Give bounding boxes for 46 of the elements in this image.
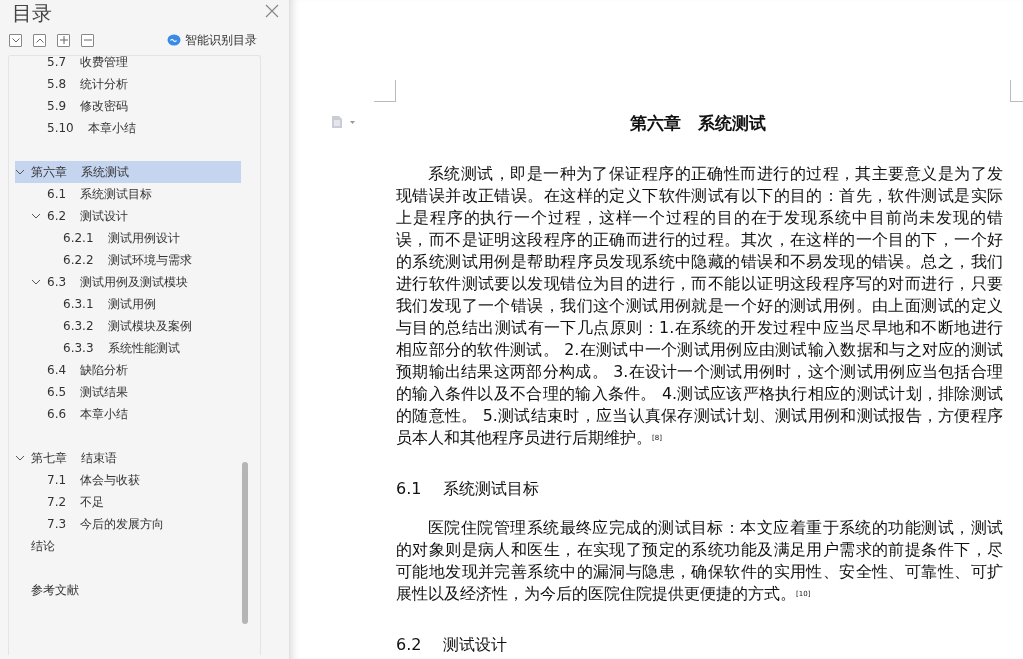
outline-item[interactable]: 6.3.2 测试模块及案例 [9, 315, 241, 337]
body-paragraph: 医院住院管理系统最终应完成的测试目标：本文应着重于系统的功能测试，测试的对象则是病人和医生，在实现了预定的系统功能及满足用户需求的前提条件下，尽可能地发现并完善系统中的漏洞与隐患，确保软件的实用性、安全性、可靠性、可扩展性以及经济性，为今后的医院住院提供更便捷的方式。$^{[10]}$ [396, 517, 1003, 605]
outline-item[interactable]: 7.2 不足 [9, 491, 241, 513]
close-icon[interactable] [265, 4, 279, 18]
outline-item[interactable]: 结论 [9, 535, 241, 557]
caret-down-icon[interactable] [15, 167, 25, 177]
outline-item[interactable]: 6.4 缺陷分析 [9, 359, 241, 381]
outline-item[interactable]: 6.1 系统测试目标 [9, 183, 241, 205]
outline-item[interactable]: 7.1 体会与收获 [9, 469, 241, 491]
outline-item[interactable]: 5.7 收费管理 [9, 56, 241, 73]
scrollbar-thumb[interactable] [242, 462, 248, 624]
expand-all-button[interactable] [33, 33, 46, 47]
chevron-down-icon [11, 37, 20, 43]
plus-icon [59, 36, 68, 44]
outline-item[interactable]: 5.8 统计分析 [9, 73, 241, 95]
smart-toc-button[interactable]: 智能识别目录 [167, 31, 257, 49]
chapter-heading: 第六章 系统测试 [629, 113, 767, 133]
outline-item[interactable]: 6.5 测试结果 [9, 381, 241, 403]
chevron-up-icon [35, 37, 44, 43]
caret-down-icon[interactable] [31, 277, 41, 287]
cloud-icon [167, 34, 181, 46]
outline-item[interactable]: 6.6 本章小结 [9, 403, 241, 425]
outline-item[interactable]: 6.2.1 测试用例设计 [9, 227, 241, 249]
outline-item[interactable]: 7.3 今后的发展方向 [9, 513, 241, 535]
caret-down-icon[interactable] [31, 211, 41, 221]
outline-item[interactable]: 6.3.3 系统性能测试 [9, 337, 241, 359]
outline-item[interactable]: 6.3.1 测试用例 [9, 293, 241, 315]
outline-item[interactable]: 第七章 结束语 [9, 425, 241, 469]
collapse-all-button[interactable] [9, 33, 22, 47]
section-number: 6.1 [396, 479, 422, 499]
section-heading: 测试设计 [443, 635, 508, 655]
section-heading: 系统测试目标 [443, 479, 540, 499]
section-number: 6.2 [396, 635, 422, 655]
body-paragraph: 系统测试，即是一种为了保证程序的正确性而进行的过程，其主要意义是为了发现错误并改正错误。在这样的定义下软件测试有以下的目的：首先，软件测试是实际上是程序的执行一个过程，这样一个过程的目的在于发现系统中目前尚未发现的错误，而不是证明这段程序的正确而进行的过程。其次，在这样的一个目的下，一个好的系统测试用例是帮助程序员发现系统中隐藏的错误和不易发现的错误。总之，我们进行软件测试要以发现错位为目的进行，而不能以证明这段程序写的对而进行，只要我们发现了一个错误，我们这个测试用例就是一个好的测试用例。由上面测试的定义与目的总结出测试有一下几点原则：1.在系统的开发过程中应当尽早地和不断地进行相应部分的软件测试。 2.在测试中一个测试用例应由测试输入数据和与之对应的测试预期输出结果这两部分构成。 3.在设计一个测试用例时，这个测试用例应当包括合理的输入条件以及不合理的输入条件。 4.测试应该严格执行相应的测试计划，排除测试的随意性。 5.测试结束时，应当认真保存测试计划、测试用例和测试报告，方便程序员本人和其他程序员进行后期维护。$^{[8]}$ [396, 163, 1003, 449]
outline-item[interactable]: 参考文献 [9, 557, 241, 601]
remove-level-button[interactable] [81, 33, 94, 47]
caret-down-icon[interactable] [15, 453, 25, 463]
outline-item[interactable]: 5.9 修改密码 [9, 95, 241, 117]
outline-item[interactable]: 6.3 测试用例及测试模块 [9, 271, 241, 293]
page-corner-mark [374, 80, 396, 102]
minus-icon [83, 39, 92, 41]
panel-title: 目录 [11, 0, 52, 26]
outline-item[interactable]: 6.2 测试设计 [9, 205, 241, 227]
outline-item[interactable]: 5.10 本章小结 [9, 117, 241, 139]
outline-item[interactable]: 6.2.2 测试环境与需求 [9, 249, 241, 271]
add-level-button[interactable] [57, 33, 70, 47]
